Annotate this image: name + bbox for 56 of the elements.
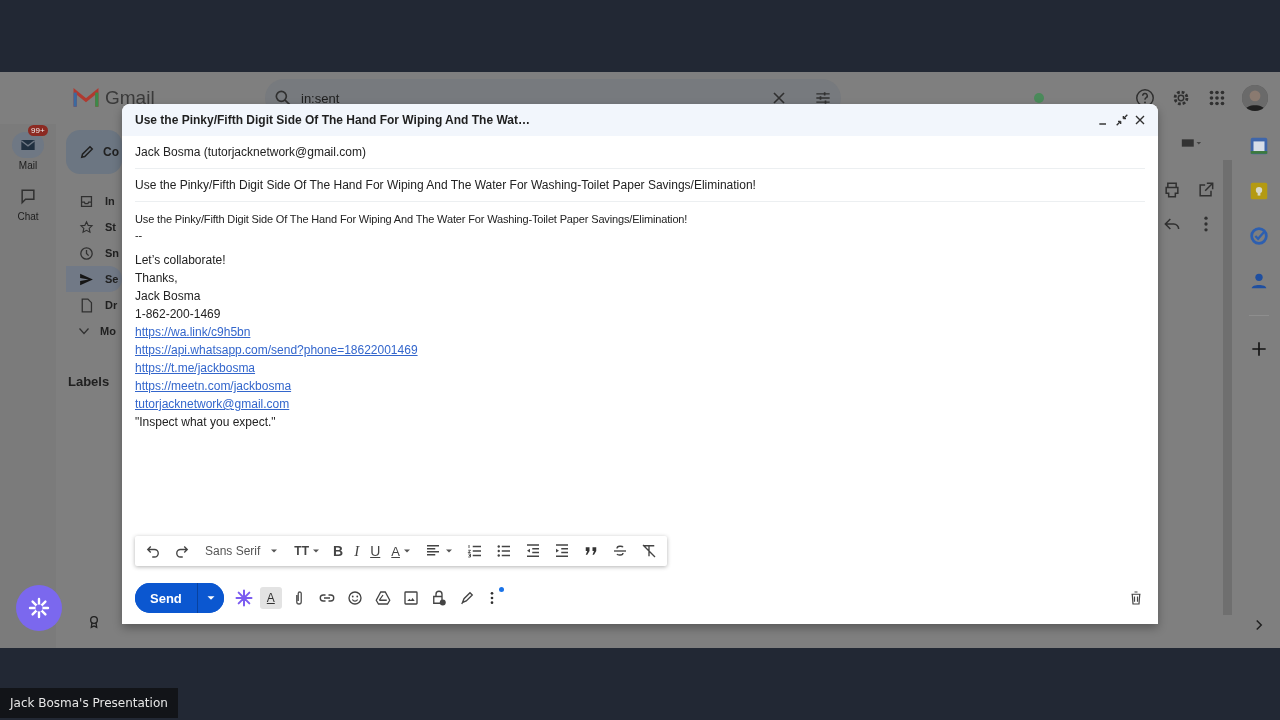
plus-icon[interactable] xyxy=(1249,339,1269,359)
body-text: "Inspect what you expect." xyxy=(135,414,277,431)
nav-item[interactable]: In xyxy=(66,188,122,214)
signature-link[interactable]: https://meetn.com/jackbosma xyxy=(135,379,292,393)
body-text: Jack Bosma xyxy=(135,288,202,305)
from-field[interactable]: Jack Bosma (tutorjacknetwork@gmail.com) xyxy=(135,145,366,159)
presentation-label: Jack Bosma's Presentation xyxy=(0,688,178,718)
rail-label: Mail xyxy=(18,160,38,171)
nav-item[interactable]: Mo xyxy=(66,318,122,344)
body-text: Let’s collaborate! xyxy=(135,252,227,269)
signature-link[interactable]: tutorjacknetwork@gmail.com xyxy=(135,397,290,411)
chevron-down-icon xyxy=(78,325,90,337)
emoji-icon[interactable] xyxy=(345,589,364,607)
formatting-toggle[interactable]: A xyxy=(259,587,282,609)
body-text: Use the Pinky/Fifth Digit Side Of The Hand For Wiping And The Water For Washing-Toilet Paper Savings/Elimination! xyxy=(135,212,689,227)
image-icon[interactable] xyxy=(401,589,420,607)
chat-icon xyxy=(18,186,38,206)
signature-link[interactable]: https://api.whatsapp.com/send?phone=18622001469 xyxy=(135,343,418,357)
body-text: -- xyxy=(135,228,144,243)
nav-item[interactable]: Sn xyxy=(66,240,122,266)
nav-item[interactable]: Dr xyxy=(66,292,122,318)
exit-fullscreen-icon[interactable] xyxy=(1114,112,1130,128)
compose-button[interactable]: Co xyxy=(66,130,122,174)
text-size-button[interactable]: TT xyxy=(291,542,326,560)
calendar-icon[interactable] xyxy=(1248,135,1270,157)
avatar[interactable] xyxy=(1242,85,1268,111)
text-color-button[interactable]: A xyxy=(388,541,416,561)
nav-item[interactable]: Se xyxy=(66,266,122,292)
notification-dot xyxy=(498,587,504,592)
labels-heading: Labels xyxy=(67,374,111,389)
sparkle-icon[interactable] xyxy=(233,588,254,608)
status-dot[interactable] xyxy=(1034,93,1044,103)
nav-item[interactable]: St xyxy=(66,214,122,240)
underline-button[interactable]: U xyxy=(367,541,384,561)
body-text: Thanks, xyxy=(135,270,179,287)
unread-count: 99+ xyxy=(28,125,48,136)
subject-field[interactable]: Use the Pinky/Fifth Digit Side Of The Hand For Wiping And The Water For Washing-Toilet Paper Savings/Elimination! xyxy=(135,178,756,192)
send-options-button[interactable] xyxy=(196,583,224,613)
sparkle-icon xyxy=(27,596,51,620)
app-name: Gmail xyxy=(105,87,155,109)
bold-button[interactable]: B xyxy=(330,541,347,561)
rail-button[interactable] xyxy=(12,132,44,158)
clock-icon xyxy=(78,244,95,262)
pencil-icon xyxy=(78,143,96,161)
font-dropdown[interactable]: Sans Serif xyxy=(199,542,287,560)
rail-label: Chat xyxy=(17,211,39,222)
signature-link[interactable]: https://wa.link/c9h5bn xyxy=(135,325,251,339)
print-icon[interactable] xyxy=(1162,180,1182,200)
body-text: 1-862-200-1469 xyxy=(135,306,222,323)
drive-icon[interactable] xyxy=(373,589,392,607)
open-in-new-icon[interactable] xyxy=(1196,180,1216,200)
italic-button[interactable]: I xyxy=(351,540,363,562)
lightbulb-icon[interactable] xyxy=(1248,180,1270,202)
star-icon xyxy=(78,218,95,236)
signature-link[interactable]: https://t.me/jackbosma xyxy=(135,361,256,375)
numbered-list-icon[interactable] xyxy=(465,542,484,560)
